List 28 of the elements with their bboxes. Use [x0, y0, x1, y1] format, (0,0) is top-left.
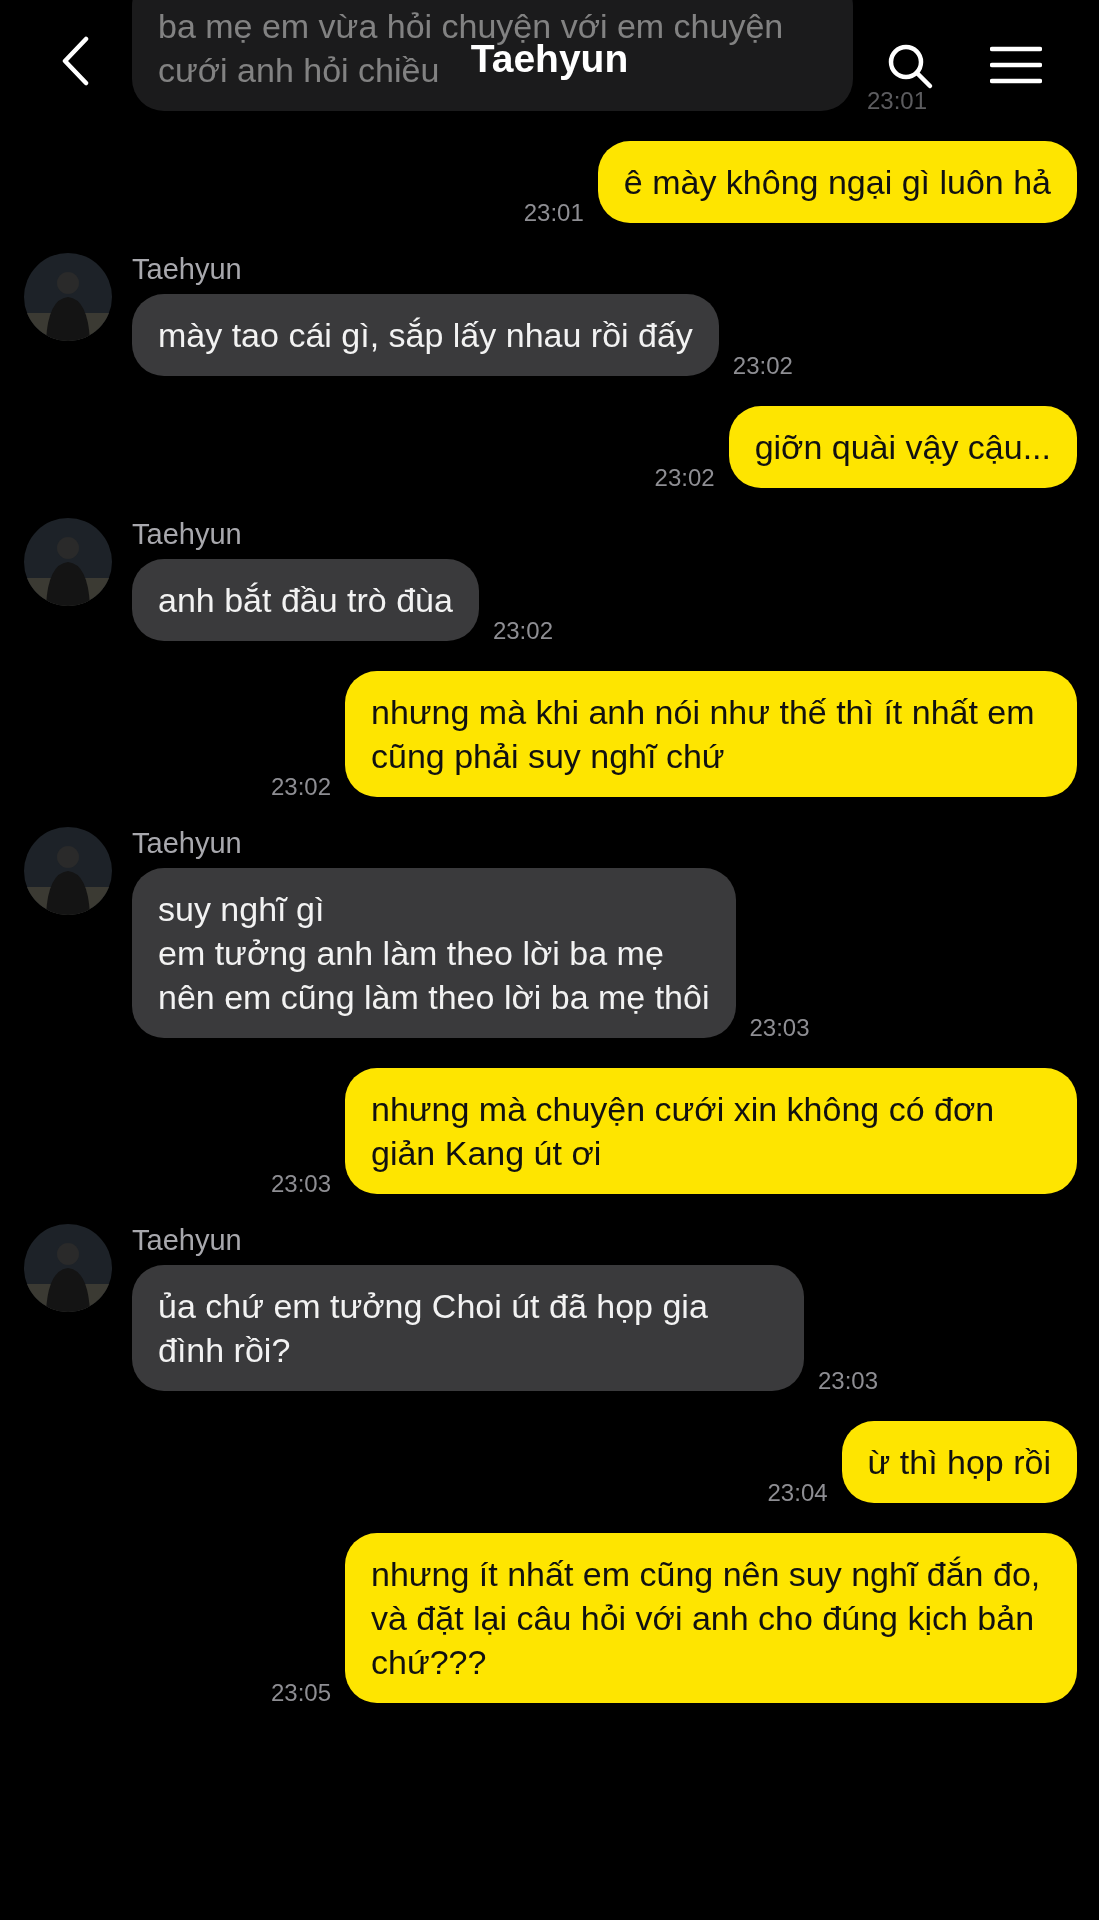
message-time: 23:02	[492, 617, 553, 645]
outgoing-message: ừ thì họp rồi	[841, 1421, 1077, 1503]
message-time: 23:02	[732, 352, 793, 380]
back-icon[interactable]	[60, 36, 90, 86]
search-icon[interactable]	[886, 42, 934, 90]
message-time: 23:02	[654, 464, 715, 492]
message-time: 23:03	[270, 1170, 331, 1198]
message-time: 23:03	[749, 1014, 810, 1042]
message-time: 23:01	[523, 199, 584, 227]
incoming-message: suy nghĩ gì em tưởng anh làm theo lời ba mẹ nên em cũng làm theo lời ba mẹ thôi	[132, 868, 736, 1038]
message-time: 23:03	[818, 1367, 879, 1395]
message-time: 23:05	[270, 1679, 331, 1707]
incoming-message: anh bắt đầu trò đùa	[132, 559, 479, 641]
outgoing-message: ê mày không ngại gì luôn hả	[597, 141, 1077, 223]
message-time: 23:04	[767, 1479, 828, 1507]
outgoing-message: giỡn quài vậy cậu...	[728, 406, 1077, 488]
outgoing-message: nhưng mà khi anh nói như thế thì ít nhất em cũng phải suy nghĩ chứ	[345, 671, 1077, 797]
menu-icon[interactable]	[990, 46, 1042, 84]
sender-name: Taehyun	[132, 1224, 243, 1257]
incoming-message: mày tao cái gì, sắp lấy nhau rồi đấy	[132, 294, 719, 376]
sender-name: Taehyun	[132, 253, 243, 286]
message-time: 23:01	[866, 87, 927, 115]
message-time: 23:02	[270, 773, 331, 801]
sender-name: Taehyun	[132, 518, 243, 551]
outgoing-message: nhưng ít nhất em cũng nên suy nghĩ đắn đo, và đặt lại câu hỏi với anh cho đúng kịch bản chứ???	[345, 1533, 1077, 1703]
incoming-message: ủa chứ em tưởng Choi út đã họp gia đình rồi?	[132, 1265, 804, 1391]
sender-name: Taehyun	[132, 827, 243, 860]
outgoing-message: nhưng mà chuyện cưới xin không có đơn giản Kang út ơi	[345, 1068, 1077, 1194]
